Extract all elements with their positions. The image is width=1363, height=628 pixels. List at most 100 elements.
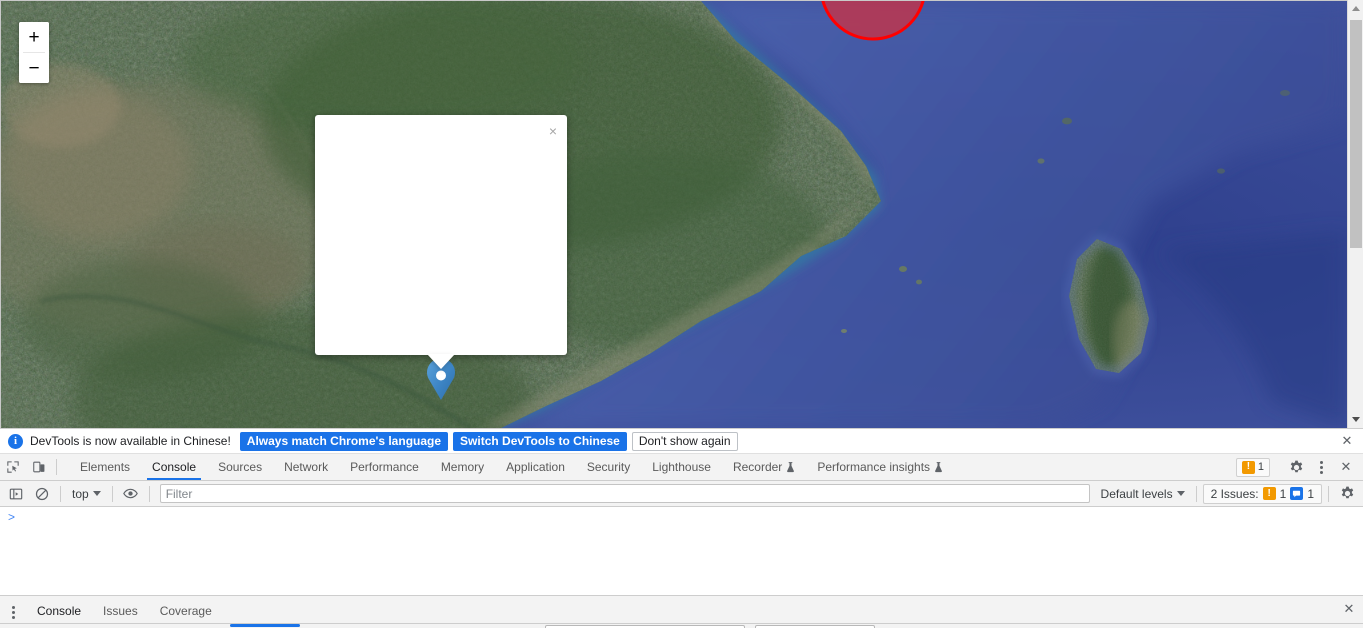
tab-application[interactable]: Application bbox=[495, 454, 576, 480]
log-levels-selector[interactable]: Default levels bbox=[1096, 484, 1190, 504]
switch-to-chinese-label: Switch DevTools to Chinese bbox=[460, 434, 620, 448]
tab-security[interactable]: Security bbox=[576, 454, 641, 480]
console-prompt-caret: > bbox=[8, 510, 16, 524]
execution-context-label: top bbox=[72, 486, 89, 501]
page-vertical-scrollbar[interactable] bbox=[1347, 0, 1363, 428]
tab-recorder[interactable]: Recorder bbox=[722, 454, 806, 480]
console-prompt-row[interactable]: > bbox=[0, 507, 1363, 524]
zoom-in-label: + bbox=[28, 26, 40, 48]
drawer-secondary-toolbar-clipped bbox=[0, 623, 1363, 628]
console-issues-chip[interactable]: 2 Issues: ! 1 1 bbox=[1202, 483, 1322, 504]
chevron-up-icon bbox=[1352, 6, 1360, 11]
tab-sources[interactable]: Sources bbox=[207, 454, 273, 480]
console-output-area[interactable]: > bbox=[0, 507, 1363, 595]
switch-to-chinese-button[interactable]: Switch DevTools to Chinese bbox=[453, 431, 627, 451]
tab-sources-label: Sources bbox=[218, 460, 263, 474]
tab-application-label: Application bbox=[506, 460, 565, 474]
tab-recorder-label: Recorder bbox=[732, 460, 783, 474]
tab-lighthouse[interactable]: Lighthouse bbox=[641, 454, 722, 480]
console-filter-input[interactable] bbox=[159, 484, 1090, 503]
always-match-language-label: Always match Chrome's language bbox=[246, 434, 442, 448]
tab-lighthouse-label: Lighthouse bbox=[652, 460, 711, 474]
scrollbar-down-arrow[interactable] bbox=[1348, 411, 1363, 428]
infobar-message: DevTools is now available in Chinese! bbox=[30, 434, 231, 448]
tab-console-label: Console bbox=[152, 460, 197, 474]
info-window-close-icon[interactable]: × bbox=[543, 121, 563, 141]
issues-info-count: 1 bbox=[1307, 486, 1314, 501]
tabbar-right-actions: ! 1 ✕ bbox=[1235, 454, 1363, 480]
scrollbar-thumb[interactable] bbox=[1350, 20, 1362, 248]
chevron-down-icon bbox=[92, 491, 101, 496]
toolbar-divider bbox=[1195, 485, 1197, 502]
tabbar-divider bbox=[56, 459, 57, 475]
tab-performance-insights-label: Performance insights bbox=[817, 460, 931, 474]
toolbar-divider bbox=[60, 485, 61, 502]
zoom-out-label: − bbox=[28, 57, 40, 79]
devtools-infobar: i DevTools is now available in Chinese! … bbox=[0, 429, 1363, 454]
devtools-tabbar: Elements Console Sources Network Perform… bbox=[0, 454, 1363, 481]
tabbar-issues-badge[interactable]: ! 1 bbox=[1235, 457, 1270, 477]
drawer-tab-console-label: Console bbox=[37, 604, 82, 618]
experiment-flask-icon bbox=[934, 461, 943, 473]
device-toolbar-icon[interactable] bbox=[26, 454, 52, 480]
tab-network-label: Network bbox=[284, 460, 329, 474]
drawer-tab-coverage[interactable]: Coverage bbox=[149, 599, 223, 623]
tab-network[interactable]: Network bbox=[273, 454, 339, 480]
execution-context-selector[interactable]: top bbox=[67, 484, 106, 504]
drawer-tab-issues-label: Issues bbox=[103, 604, 138, 618]
close-icon-glyph: ✕ bbox=[1341, 433, 1353, 448]
tab-performance-insights[interactable]: Performance insights bbox=[806, 454, 954, 480]
console-sidebar-icon[interactable] bbox=[4, 483, 28, 505]
dont-show-again-button[interactable]: Don't show again bbox=[631, 431, 738, 451]
console-settings-gear-icon[interactable] bbox=[1335, 483, 1359, 505]
toolbar-divider bbox=[111, 485, 113, 502]
info-window-tail bbox=[427, 354, 455, 369]
devtools-drawer: Console Issues Coverage ✕ bbox=[0, 595, 1363, 628]
experiment-flask-icon bbox=[786, 461, 795, 473]
info-icon: i bbox=[8, 433, 23, 449]
drawer-tab-coverage-label: Coverage bbox=[159, 604, 212, 618]
issues-label: 2 Issues: bbox=[1210, 486, 1259, 501]
page-viewport: + − × bbox=[0, 0, 1363, 428]
drawer-tab-console[interactable]: Console bbox=[26, 599, 92, 626]
tab-performance[interactable]: Performance bbox=[339, 454, 430, 480]
map-satellite-imagery bbox=[1, 1, 1347, 428]
warning-icon: ! bbox=[1241, 460, 1255, 474]
clipped-indicator bbox=[230, 624, 300, 627]
drawer-tab-issues[interactable]: Issues bbox=[92, 599, 149, 623]
drawer-close-icon[interactable]: ✕ bbox=[1335, 596, 1363, 622]
devtools-panel: i DevTools is now available in Chinese! … bbox=[0, 428, 1363, 628]
tab-security-label: Security bbox=[586, 460, 631, 474]
tab-memory[interactable]: Memory bbox=[430, 454, 495, 480]
devtools-close-icon[interactable]: ✕ bbox=[1333, 459, 1359, 475]
zoom-out-button[interactable]: − bbox=[19, 53, 49, 83]
tab-console[interactable]: Console bbox=[141, 454, 207, 480]
page-frame: + − × bbox=[0, 0, 1347, 428]
info-message-icon bbox=[1290, 487, 1304, 500]
info-window-content bbox=[315, 115, 567, 355]
inspect-element-icon[interactable] bbox=[0, 454, 26, 480]
tab-memory-label: Memory bbox=[440, 460, 485, 474]
gear-icon[interactable] bbox=[1283, 460, 1309, 475]
issues-warning-count: 1 bbox=[1279, 486, 1287, 501]
dont-show-again-label: Don't show again bbox=[638, 434, 731, 448]
browser-window: + − × i DevTools is now available in Chi… bbox=[0, 0, 1363, 628]
chevron-down-icon bbox=[1352, 417, 1360, 422]
kebab-menu-icon[interactable] bbox=[1309, 456, 1333, 478]
tab-elements[interactable]: Elements bbox=[69, 454, 141, 480]
toolbar-divider bbox=[148, 485, 150, 502]
close-icon-glyph: ✕ bbox=[1343, 601, 1355, 616]
live-expressions-eye-icon[interactable] bbox=[119, 483, 143, 505]
close-icon-glyph: × bbox=[548, 123, 558, 139]
clear-console-icon[interactable] bbox=[30, 483, 54, 505]
scrollbar-up-arrow[interactable] bbox=[1348, 0, 1363, 17]
map-canvas[interactable] bbox=[1, 1, 1347, 428]
tabbar-issues-count: 1 bbox=[1257, 461, 1264, 473]
map-zoom-controls: + − bbox=[19, 22, 49, 83]
close-icon-glyph: ✕ bbox=[1340, 459, 1352, 474]
tab-performance-label: Performance bbox=[350, 460, 419, 474]
devtools-tabs: Elements Console Sources Network Perform… bbox=[69, 454, 954, 480]
always-match-language-button[interactable]: Always match Chrome's language bbox=[239, 431, 449, 451]
zoom-in-button[interactable]: + bbox=[19, 22, 49, 52]
infobar-close-icon[interactable]: ✕ bbox=[1337, 431, 1357, 451]
